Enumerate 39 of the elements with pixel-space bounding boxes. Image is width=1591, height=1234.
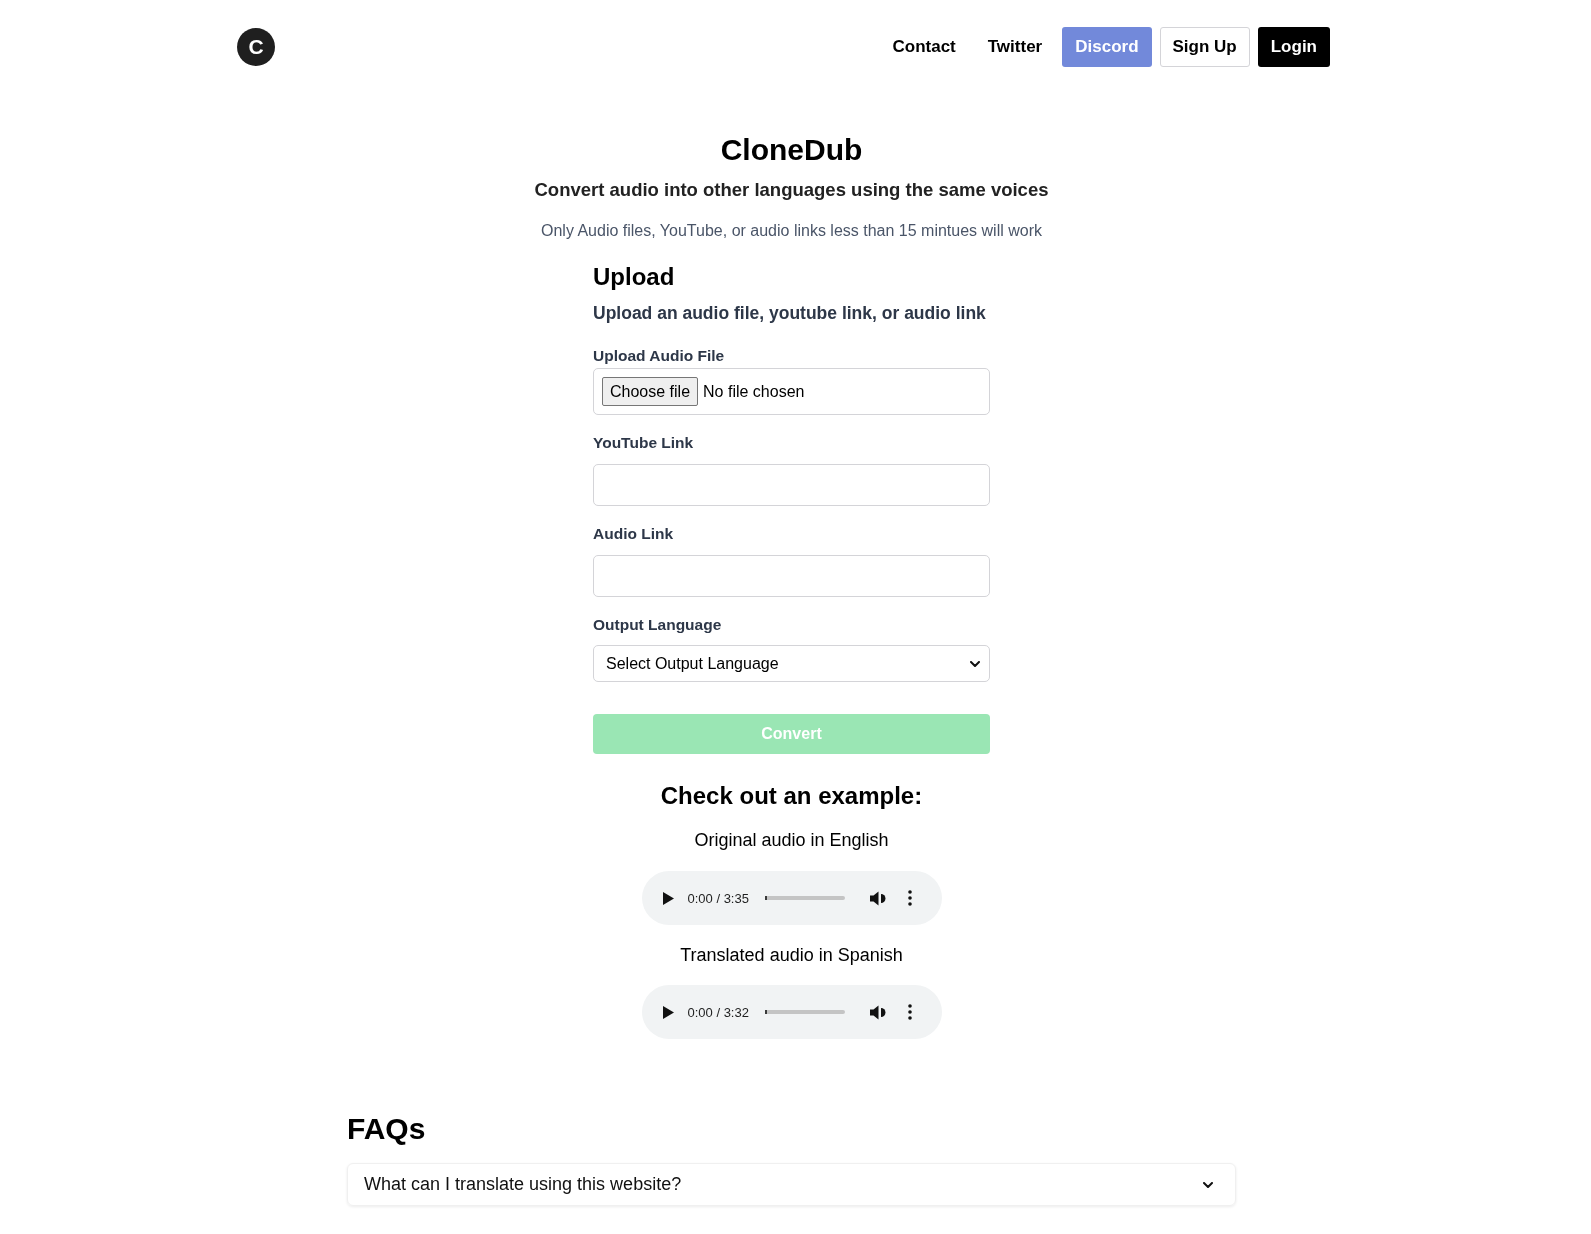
volume-icon[interactable] <box>869 1004 887 1020</box>
play-icon[interactable] <box>662 891 674 905</box>
chevron-icon[interactable] <box>1203 1181 1213 1188</box>
progress-thumb[interactable] <box>764 896 767 900</box>
logo[interactable]: C <box>237 28 275 66</box>
note-text: Only Audio files, YouTube, or audio links less than 15 mintues will work <box>541 221 1042 241</box>
nav-link[interactable]: Contact <box>880 27 968 67</box>
field-label: YouTube Link <box>593 433 694 453</box>
field-label: Upload Audio File <box>593 346 725 366</box>
file-name-text: No file chosen <box>703 382 805 401</box>
progress-track[interactable] <box>764 896 845 900</box>
nav-button[interactable]: Sign Up <box>1159 27 1250 67</box>
play-icon[interactable] <box>662 1005 674 1019</box>
progress-track[interactable] <box>764 1010 845 1014</box>
more-icon[interactable] <box>907 1004 912 1020</box>
section-heading: FAQs <box>347 1111 426 1147</box>
choose-file-button[interactable]: Choose file <box>602 377 699 406</box>
time-text: 0:00 / 3:32 <box>687 1004 749 1020</box>
section-subheading: Upload an audio file, youtube link, or audio link <box>593 302 986 325</box>
language-select[interactable]: Select Output Language <box>593 645 990 682</box>
faq-item[interactable]: What can I translate using this website? <box>347 1163 1236 1206</box>
audio-caption: Original audio in English <box>694 829 889 852</box>
more-icon[interactable] <box>907 890 912 906</box>
text-input-field[interactable] <box>593 464 990 506</box>
nav-link[interactable]: Twitter <box>975 27 1055 67</box>
file-input-field[interactable]: Choose file No file chosen <box>593 368 990 415</box>
time-text: 0:00 / 3:35 <box>687 890 749 906</box>
chevron-down-icon <box>970 660 980 667</box>
field-label: Output Language <box>593 615 722 635</box>
field-label: Audio Link <box>593 524 674 544</box>
nav-button[interactable]: Login <box>1257 27 1330 67</box>
section-heading: Check out an example: <box>660 781 923 811</box>
text-input-field[interactable] <box>593 555 990 597</box>
page-subtitle: Convert audio into other languages using the same voices <box>534 178 1049 202</box>
section-heading: Upload <box>593 262 675 292</box>
volume-icon[interactable] <box>869 890 887 906</box>
audio-caption: Translated audio in Spanish <box>680 944 903 967</box>
page-title: CloneDub <box>720 132 863 168</box>
progress-thumb[interactable] <box>764 1010 767 1014</box>
